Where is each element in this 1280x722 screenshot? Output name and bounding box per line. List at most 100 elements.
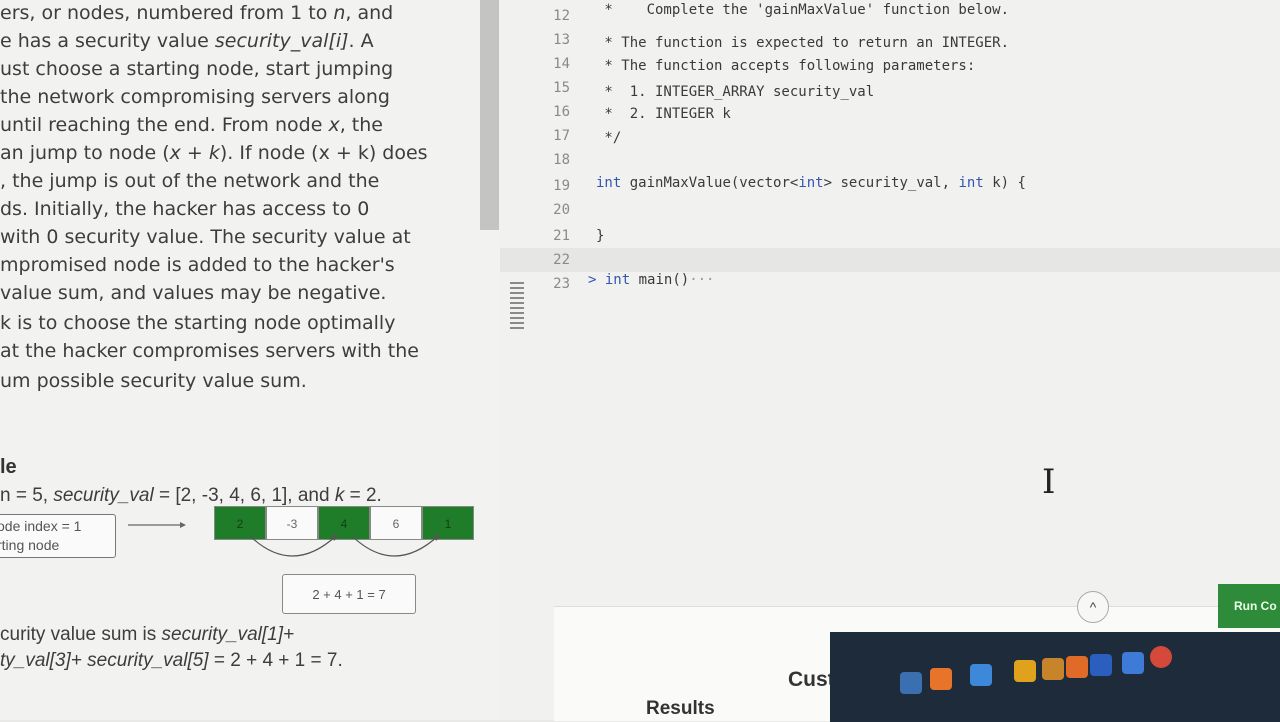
code-line-12[interactable]: * Complete the 'gainMaxValue' function b… bbox=[596, 2, 1009, 18]
problem-text: the network compromising servers along bbox=[0, 86, 390, 108]
folder-icon[interactable] bbox=[1014, 660, 1036, 682]
problem-text: , and bbox=[345, 2, 394, 24]
starting-node-box: ode index = 1 rting node bbox=[0, 514, 116, 558]
os-taskbar bbox=[830, 632, 1280, 722]
sum-result-box: 2 + 4 + 1 = 7 bbox=[282, 574, 416, 614]
problem-text: ). If node (x + k) does bbox=[219, 142, 428, 164]
code-line-13[interactable]: * The function is expected to return an … bbox=[596, 35, 1009, 51]
code-fragment: > security_val, bbox=[823, 175, 959, 191]
example-title: le bbox=[0, 456, 17, 478]
problem-italic-term: n bbox=[333, 2, 346, 24]
problem-text: um possible security value sum. bbox=[0, 370, 307, 392]
problem-line: until reaching the end. From node x, the bbox=[0, 114, 383, 136]
line-number: 23 bbox=[553, 276, 570, 292]
problem-line: mpromised node is added to the hacker's bbox=[0, 254, 395, 276]
explanation-term-1: security_val[1]+ bbox=[161, 624, 295, 645]
line-number: 15 bbox=[553, 80, 570, 96]
problem-line: , the jump is out of the network and the bbox=[0, 170, 379, 192]
problem-panel: ers, or nodes, numbered from 1 to n, and… bbox=[0, 0, 500, 720]
problem-line: k is to choose the starting node optimal… bbox=[0, 312, 395, 334]
keyword-int: int bbox=[604, 272, 631, 288]
browser-icon[interactable] bbox=[1066, 656, 1088, 678]
example-array-values: = [2, -3, 4, 6, 1], and bbox=[153, 485, 335, 506]
problem-text: with 0 security value. The security valu… bbox=[0, 226, 411, 248]
problem-text: mpromised node is added to the hacker's bbox=[0, 254, 395, 276]
code-fragment: main() bbox=[630, 272, 690, 288]
code-line-14[interactable]: * The function accepts following paramet… bbox=[596, 58, 975, 74]
line-number: 12 bbox=[553, 8, 570, 24]
problem-line: at the hacker compromises servers with t… bbox=[0, 340, 419, 362]
problem-line: um possible security value sum. bbox=[0, 370, 307, 392]
problem-line: an jump to node (x + k). If node (x + k)… bbox=[0, 142, 428, 164]
vpn-icon[interactable] bbox=[1090, 654, 1112, 676]
starting-node-label: rting node bbox=[0, 537, 60, 553]
explanation-term-2: ty_val[3]+ security_val[5] bbox=[0, 650, 209, 671]
code-fragment: k) { bbox=[983, 175, 1026, 191]
collapse-panel-button[interactable]: ^ bbox=[1077, 591, 1109, 623]
tab-results[interactable]: Results bbox=[646, 698, 715, 720]
problem-text: . A bbox=[348, 30, 374, 52]
example-k-value: = 2. bbox=[344, 485, 382, 506]
problem-text: ds. Initially, the hacker has access to … bbox=[0, 198, 370, 220]
chrome-icon[interactable] bbox=[1150, 646, 1172, 668]
problem-text: ers, or nodes, numbered from 1 to bbox=[0, 2, 334, 24]
line-number: 17 bbox=[553, 128, 570, 144]
vscode-icon[interactable] bbox=[1122, 652, 1144, 674]
keyword-int: int bbox=[958, 175, 984, 191]
problem-text: k is to choose the starting node optimal… bbox=[0, 312, 396, 334]
explanation-result: = 2 + 4 + 1 = 7. bbox=[208, 650, 343, 671]
problem-text: an jump to node ( bbox=[0, 142, 170, 164]
line-number: 21 bbox=[553, 228, 570, 244]
problem-text: until reaching the end. From node bbox=[0, 114, 329, 136]
line-number: 16 bbox=[553, 104, 570, 120]
active-line-highlight bbox=[500, 248, 1280, 272]
problem-line: with 0 security value. The security valu… bbox=[0, 226, 411, 248]
fold-chevron-icon[interactable]: > bbox=[588, 272, 596, 288]
panel-resize-handle[interactable] bbox=[510, 282, 524, 332]
problem-line: the network compromising servers along bbox=[0, 86, 390, 108]
firefox-icon[interactable] bbox=[930, 668, 952, 690]
problem-text: , the jump is out of the network and the bbox=[0, 170, 380, 192]
problem-line: value sum, and values may be negative. bbox=[0, 282, 386, 304]
problem-line: ds. Initially, the hacker has access to … bbox=[0, 198, 369, 220]
problem-text: ust choose a starting node, start jumpin… bbox=[0, 58, 394, 80]
problem-line: ust choose a starting node, start jumpin… bbox=[0, 58, 393, 80]
example-k-name: k bbox=[334, 485, 345, 506]
keyword-int: int bbox=[596, 175, 622, 191]
problem-italic-term: x + k bbox=[169, 142, 220, 164]
example-explanation: curity value sum is security_val[1]+ ty_… bbox=[0, 622, 343, 674]
line-number: 20 bbox=[553, 202, 570, 218]
start-arrow-icon bbox=[128, 522, 186, 528]
problem-italic-term: x bbox=[328, 114, 340, 136]
code-line-15[interactable]: * 1. INTEGER_ARRAY security_val bbox=[596, 84, 874, 100]
code-line-17[interactable]: */ bbox=[596, 130, 621, 146]
line-number: 22 bbox=[553, 252, 570, 268]
problem-text: value sum, and values may be negative. bbox=[0, 282, 387, 304]
folded-ellipsis[interactable]: ··· bbox=[689, 272, 714, 288]
example-statement: le n = 5, security_val = [2, -3, 4, 6, 1… bbox=[0, 456, 382, 507]
text-cursor-icon: I bbox=[1042, 462, 1056, 502]
code-editor[interactable]: 12 13 14 15 16 17 18 19 20 21 22 23 * Complete the … bbox=[500, 0, 1280, 721]
code-line-16[interactable]: * 2. INTEGER k bbox=[596, 106, 730, 122]
problem-line: e has a security value security_val[i]. … bbox=[0, 30, 374, 52]
problem-text: e has a security value bbox=[0, 30, 215, 52]
example-array-name: security_val bbox=[53, 485, 154, 506]
files-icon[interactable] bbox=[1042, 658, 1064, 680]
line-number: 18 bbox=[553, 152, 570, 168]
code-line-21[interactable]: } bbox=[596, 228, 604, 244]
problem-scrollbar[interactable] bbox=[480, 0, 499, 230]
jump-arrows-icon bbox=[249, 534, 440, 557]
problem-text: at the hacker compromises servers with t… bbox=[0, 340, 419, 362]
line-number: 19 bbox=[553, 178, 570, 194]
example-n: n = 5, bbox=[0, 485, 54, 506]
code-line-19[interactable]: int gainMaxValue(vector<int> security_va… bbox=[596, 175, 1026, 191]
run-code-button[interactable]: Run Co bbox=[1218, 584, 1280, 628]
app-icon[interactable] bbox=[900, 672, 922, 694]
code-line-23[interactable]: > int main()··· bbox=[588, 272, 714, 288]
line-number: 13 bbox=[553, 32, 570, 48]
problem-line: ers, or nodes, numbered from 1 to n, and bbox=[0, 2, 393, 24]
code-fragment: gainMaxValue(vector< bbox=[621, 175, 799, 191]
starting-node-index: ode index = 1 bbox=[0, 518, 82, 534]
mail-icon[interactable] bbox=[970, 664, 992, 686]
problem-text: , the bbox=[339, 114, 383, 136]
